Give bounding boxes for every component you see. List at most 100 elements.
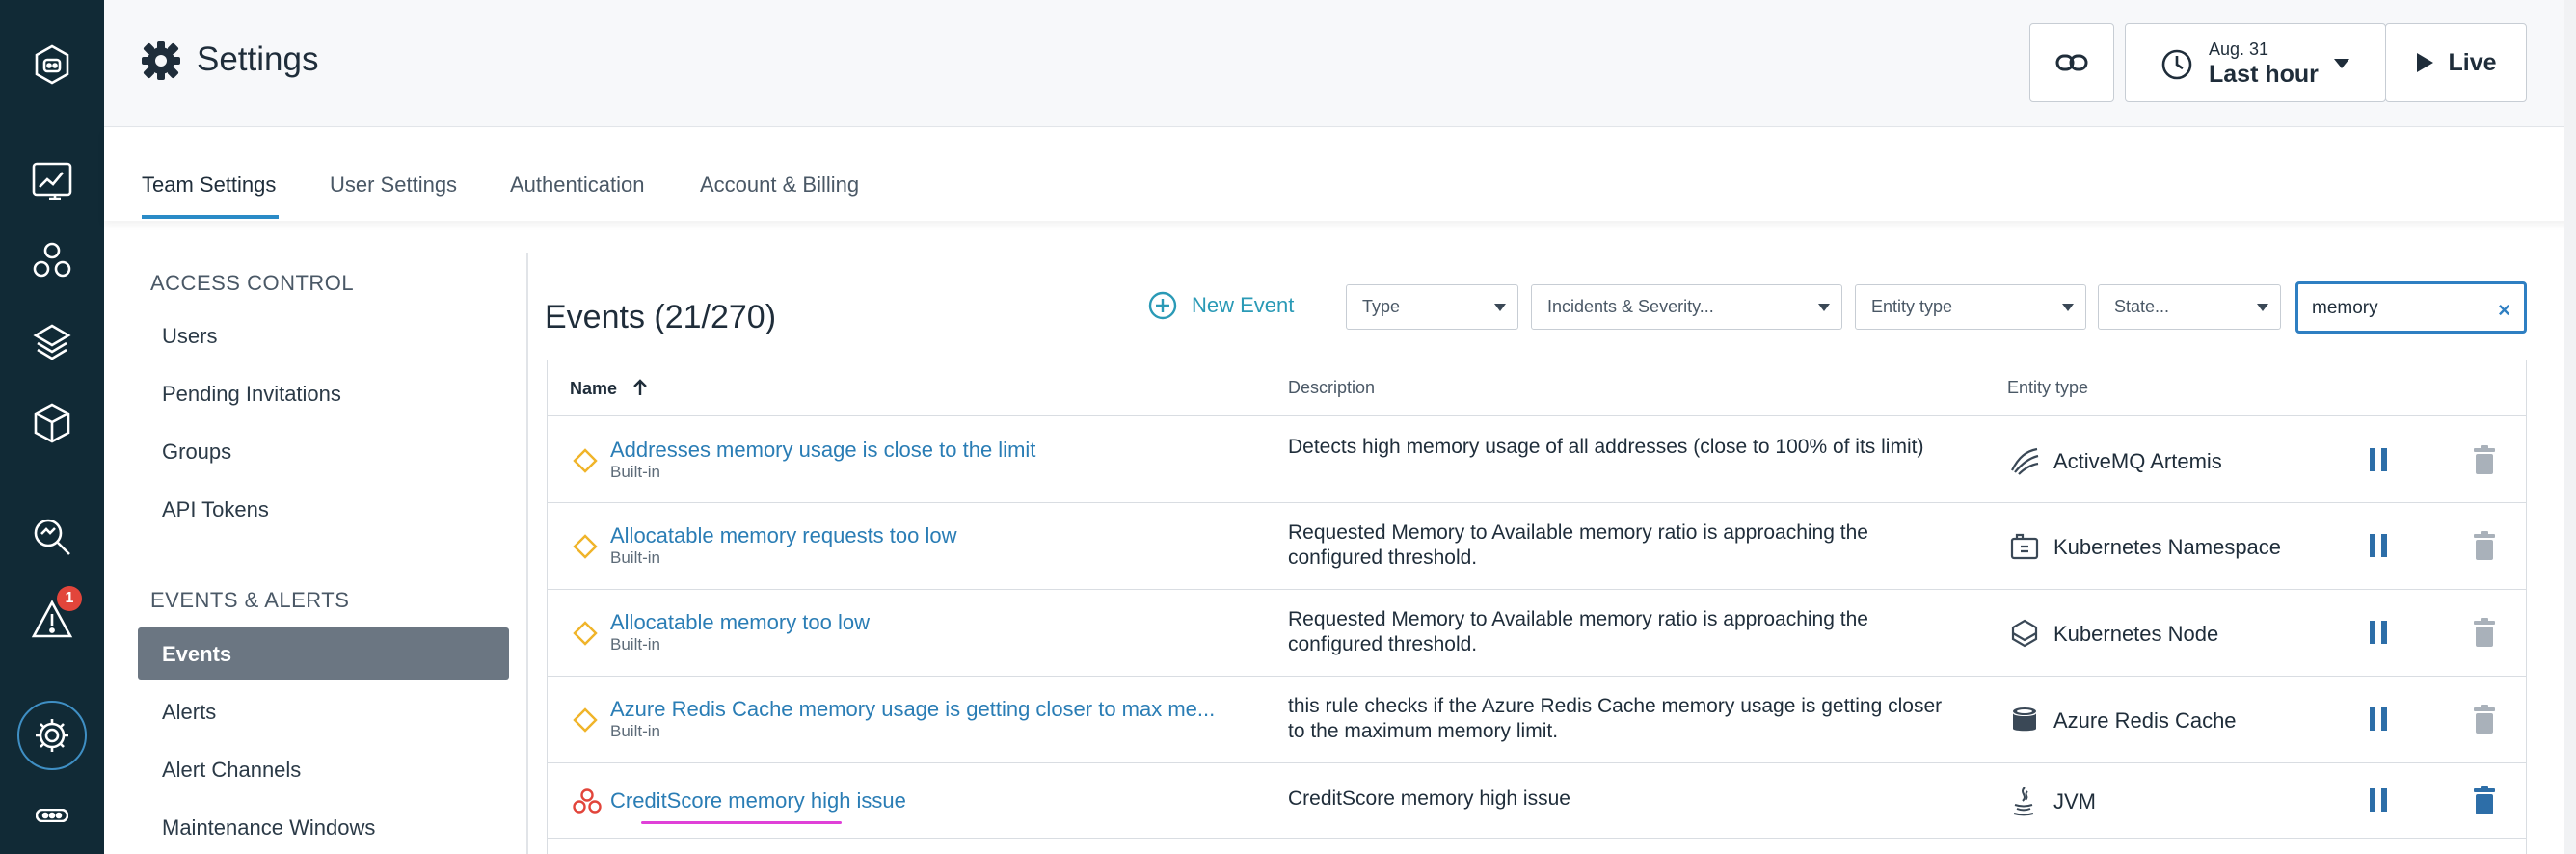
event-name-link[interactable]: Azure Redis Cache memory usage is gettin…	[610, 697, 1215, 722]
table-row[interactable]: Allocatable memory too low Built-in Requ…	[548, 590, 2526, 677]
entity-type-label: Kubernetes Namespace	[2053, 535, 2282, 559]
settings-icon[interactable]	[0, 709, 104, 761]
left-rail: 1	[0, 0, 104, 854]
sidebar-item-events[interactable]: Events	[162, 642, 231, 667]
sort-ascending-icon	[633, 379, 647, 395]
redis-icon	[2013, 707, 2036, 732]
entity-type-label: JVM	[2053, 789, 2096, 814]
entity-type-label: ActiveMQ Artemis	[2053, 449, 2222, 473]
tab-team-settings[interactable]: Team Settings	[142, 173, 276, 198]
severity-filter-value: Incidents & Severity...	[1547, 297, 1714, 316]
applications-icon[interactable]	[0, 235, 104, 287]
trash-icon[interactable]	[2473, 786, 2496, 814]
alerts-icon[interactable]	[0, 594, 104, 646]
clear-search-icon[interactable]: ×	[2498, 298, 2510, 323]
table-row[interactable]: Allocatable memory requests too low Buil…	[548, 503, 2526, 590]
critical-issue-icon	[573, 788, 602, 814]
active-tab-indicator	[142, 215, 279, 219]
warning-diamond-icon	[573, 448, 598, 473]
page-scrollbar[interactable]	[2564, 0, 2576, 854]
builtin-label: Built-in	[610, 635, 660, 654]
sidebar-item-pending-invitations[interactable]: Pending Invitations	[162, 382, 341, 407]
trash-icon[interactable]	[2473, 531, 2496, 560]
artemis-icon	[2011, 447, 2039, 475]
event-name-link[interactable]: CreditScore memory high issue	[610, 788, 906, 814]
description-column-header: Description	[1288, 378, 1376, 397]
pause-icon[interactable]	[2370, 534, 2387, 557]
more-icon[interactable]	[0, 796, 104, 835]
builtin-label: Built-in	[610, 722, 660, 740]
play-icon	[2417, 53, 2434, 72]
tab-authentication[interactable]: Authentication	[510, 173, 644, 198]
sidebar-item-alerts[interactable]: Alerts	[162, 700, 216, 725]
pause-icon[interactable]	[2370, 788, 2387, 812]
event-name-link[interactable]: Allocatable memory too low	[610, 610, 870, 635]
pause-icon[interactable]	[2370, 448, 2387, 471]
entity-type-label: Azure Redis Cache	[2053, 708, 2237, 733]
type-filter-value: Type	[1362, 297, 1401, 316]
live-label: Live	[2448, 48, 2497, 76]
new-event-button[interactable]: New Event	[1147, 290, 1294, 321]
plus-circle-icon	[1148, 291, 1177, 320]
builtin-label: Built-in	[610, 548, 660, 567]
chevron-down-icon	[2257, 304, 2268, 311]
sidebar-item-api-tokens[interactable]: API Tokens	[162, 497, 269, 522]
builtin-label: Built-in	[610, 463, 660, 481]
trash-icon[interactable]	[2473, 445, 2496, 474]
sidebar-item-users[interactable]: Users	[162, 324, 217, 349]
logo-icon[interactable]	[0, 39, 104, 91]
live-button[interactable]: Live	[2385, 23, 2527, 102]
copy-link-button[interactable]	[2029, 23, 2114, 102]
access-control-heading: ACCESS CONTROL	[150, 271, 355, 295]
sidebar-item-groups[interactable]: Groups	[162, 440, 231, 465]
chevron-down-icon	[2062, 304, 2074, 311]
new-event-label: New Event	[1192, 293, 1295, 317]
infrastructure-icon[interactable]	[0, 397, 104, 449]
time-range-label: Last hour	[2209, 61, 2319, 88]
link-icon	[2055, 54, 2088, 71]
type-filter[interactable]: Type	[1346, 284, 1518, 330]
settings-gear-icon	[140, 40, 182, 87]
clock-icon	[2161, 49, 2192, 80]
time-date: Aug. 31	[2209, 40, 2269, 59]
settings-tabs	[104, 128, 2576, 221]
analytics-icon[interactable]	[0, 511, 104, 563]
sidebar-item-alert-channels[interactable]: Alert Channels	[162, 758, 301, 783]
node-icon	[2011, 619, 2038, 648]
warning-diamond-icon	[573, 707, 598, 733]
entity-type-column-header: Entity type	[2007, 378, 2089, 397]
table-row[interactable]: CreditScore memory high issue CreditScor…	[548, 763, 2526, 839]
pause-icon[interactable]	[2370, 707, 2387, 731]
state-filter[interactable]: State...	[2098, 284, 2281, 330]
event-name-link[interactable]: Addresses memory usage is close to the l…	[610, 438, 1035, 463]
search-input[interactable]	[2312, 296, 2485, 321]
trash-icon[interactable]	[2473, 618, 2496, 647]
severity-filter[interactable]: Incidents & Severity...	[1531, 284, 1842, 330]
highlight-underline	[641, 821, 842, 824]
event-description: this rule checks if the Azure Redis Cach…	[1288, 695, 1943, 742]
table-row[interactable]: Azure Redis Cache memory usage is gettin…	[548, 677, 2526, 763]
name-column-header[interactable]: Name	[570, 378, 649, 399]
page-title: Settings	[197, 40, 319, 78]
entity-type-label: Kubernetes Node	[2053, 622, 2219, 646]
name-header-label: Name	[570, 379, 618, 398]
event-name-link[interactable]: Allocatable memory requests too low	[610, 523, 957, 548]
platforms-icon[interactable]	[0, 316, 104, 368]
tab-account-billing[interactable]: Account & Billing	[700, 173, 859, 198]
state-filter-value: State...	[2114, 297, 2170, 316]
entity-type-filter[interactable]: Entity type	[1855, 284, 2086, 330]
event-description: CreditScore memory high issue	[1288, 787, 1570, 810]
sidebar-item-maintenance-windows[interactable]: Maintenance Windows	[162, 815, 375, 841]
events-alerts-heading: EVENTS & ALERTS	[150, 588, 350, 612]
event-description: Detects high memory usage of all address…	[1288, 436, 1924, 458]
trash-icon[interactable]	[2473, 705, 2496, 734]
event-description: Requested Memory to Available memory rat…	[1288, 521, 1868, 569]
warning-diamond-icon	[573, 621, 598, 646]
table-row[interactable]: Addresses memory usage is close to the l…	[548, 416, 2526, 503]
dashboard-icon[interactable]	[0, 154, 104, 206]
time-range-picker[interactable]: Aug. 31 Last hour	[2125, 23, 2386, 102]
pause-icon[interactable]	[2370, 621, 2387, 644]
events-title: Events (21/270)	[545, 299, 777, 335]
tab-user-settings[interactable]: User Settings	[330, 173, 457, 198]
entity-type-filter-value: Entity type	[1871, 297, 1953, 316]
